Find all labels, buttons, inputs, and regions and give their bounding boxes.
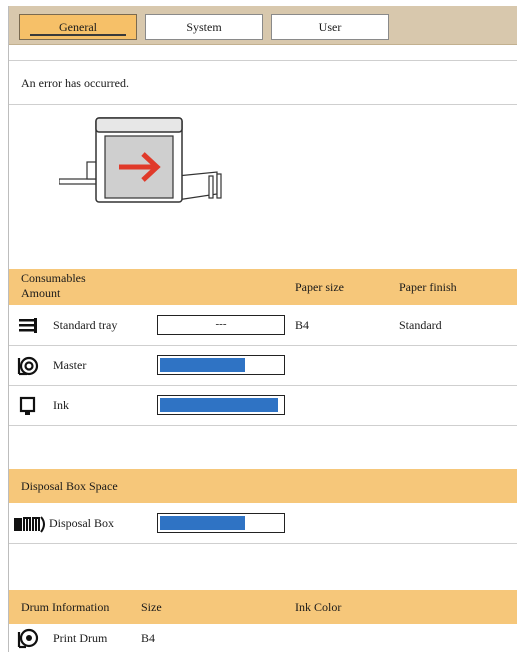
print-drum-row: Print Drum B4 [9, 624, 517, 652]
standard-tray-paper-size: B4 [295, 318, 310, 332]
standard-tray-row: Standard tray --- B4 Standard [9, 306, 517, 346]
paper-tray-icon [19, 318, 37, 333]
master-label: Master [53, 358, 87, 372]
disposal-box-label: Disposal Box [49, 516, 115, 530]
disposal-title: Disposal Box Space [21, 479, 118, 493]
paper-finish-title: Paper finish [399, 280, 457, 294]
standard-tray-amount: --- [157, 315, 285, 335]
master-roll-icon [17, 356, 39, 376]
drum-info-title: Drum Information [21, 600, 110, 614]
standard-tray-paper-finish: Standard [399, 318, 442, 332]
consumables-header: Consumables Amount Paper size Paper fini… [9, 269, 517, 305]
exit-tray-stop-1 [208, 175, 214, 199]
disposal-box-bar [157, 513, 285, 533]
drum-size-title: Size [141, 600, 162, 614]
standard-tray-amount-text: --- [215, 318, 227, 330]
ink-cartridge-icon [19, 396, 36, 415]
disposal-box-icon [14, 516, 45, 533]
amount-title: Amount [21, 286, 61, 300]
feed-tray-left [59, 178, 100, 185]
tab-system[interactable]: System [145, 14, 263, 40]
drum-ink-color-title: Ink Color [295, 600, 342, 614]
tab-bar: General System User [9, 6, 517, 45]
ink-row: Ink [9, 386, 517, 426]
print-drum-label: Print Drum [53, 631, 108, 645]
disposal-box-row: Disposal Box [9, 504, 517, 544]
ink-label: Ink [53, 398, 69, 412]
tab-user[interactable]: User [271, 14, 389, 40]
disposal-box-fill [160, 516, 245, 530]
error-message: An error has occurred. [21, 76, 129, 90]
master-row: Master [9, 346, 517, 386]
drum-header: Drum Information Size Ink Color [9, 590, 517, 624]
status-panel: General System User An error has occurre… [8, 6, 517, 652]
printer-top [95, 117, 183, 133]
consumables-title: Consumables [21, 271, 86, 285]
master-level-fill [160, 358, 245, 372]
divider [9, 60, 517, 61]
exit-tray-stop-2 [216, 173, 222, 199]
print-drum-size: B4 [141, 631, 156, 645]
divider [9, 104, 517, 105]
master-level-bar [157, 355, 285, 375]
printer-error-illustration [59, 117, 222, 203]
ink-level-bar [157, 395, 285, 415]
ink-level-fill [160, 398, 278, 412]
standard-tray-label: Standard tray [53, 318, 118, 332]
print-drum-icon [17, 628, 39, 649]
tab-general[interactable]: General [19, 14, 137, 40]
disposal-header: Disposal Box Space [9, 469, 517, 503]
paper-size-title: Paper size [295, 280, 344, 294]
